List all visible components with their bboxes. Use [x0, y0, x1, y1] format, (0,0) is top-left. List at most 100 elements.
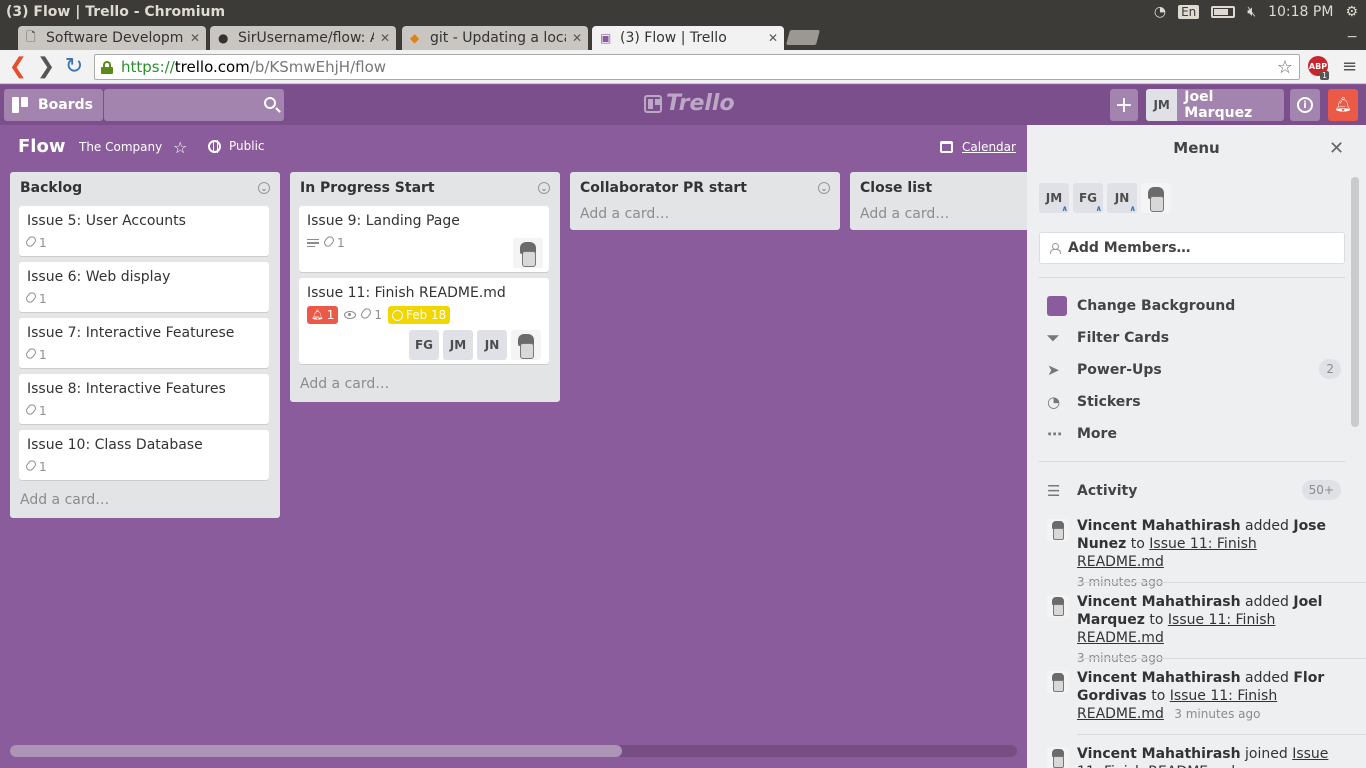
card-badges: 1 — [24, 402, 261, 420]
member-avatar[interactable]: FG ∧ — [1073, 183, 1103, 213]
close-icon[interactable]: ✕ — [380, 31, 390, 45]
browser-tab[interactable]: ● SirUsername/flow: A ✕ — [210, 26, 396, 50]
browser-tab[interactable]: 🗋︎ Software Developme ✕ — [18, 26, 206, 50]
member-avatar[interactable]: JM ∧ — [1039, 183, 1069, 213]
battery-icon[interactable] — [1211, 6, 1236, 18]
menu-item-label: Change Background — [1077, 298, 1236, 314]
change-background-item[interactable]: Change Background — [1047, 294, 1341, 318]
stickers-item[interactable]: ◔ Stickers — [1047, 390, 1341, 414]
close-icon[interactable]: ✕ — [572, 31, 582, 45]
close-icon[interactable]: ✕ — [190, 31, 200, 45]
keyboard-layout-indicator[interactable]: En — [1178, 5, 1200, 19]
card[interactable]: Issue 6: Web display 1 — [19, 262, 269, 312]
menu-item-label: Power-Ups — [1077, 362, 1162, 378]
gear-icon[interactable]: ⚙ — [1345, 4, 1358, 20]
close-icon[interactable]: ✕ — [1329, 138, 1344, 159]
close-icon[interactable]: ✕ — [768, 31, 778, 45]
list-header[interactable]: Backlog ⌄ — [10, 172, 280, 204]
avatar[interactable] — [1047, 747, 1069, 768]
list-title[interactable]: Collaborator PR start — [580, 180, 747, 196]
wifi-icon[interactable]: ◔ — [1154, 4, 1166, 20]
avatar[interactable] — [1047, 671, 1069, 693]
activity-user[interactable]: Vincent Mahathirash — [1077, 594, 1241, 610]
card[interactable]: Issue 11: Finish README.md 🔔︎ 1 1 Feb 18 … — [299, 278, 549, 364]
member-avatar[interactable]: JM — [443, 330, 473, 360]
card[interactable]: Issue 7: Interactive Featurese 1 — [19, 318, 269, 368]
avatar[interactable] — [1047, 595, 1069, 617]
attachment-count: 1 — [337, 236, 345, 250]
calendar-powerup-link[interactable]: Calendar — [940, 140, 1016, 154]
board-scrollbar-thumb[interactable] — [10, 745, 622, 757]
add-button[interactable]: + — [1110, 89, 1138, 121]
window-menu-icon[interactable]: − — [1346, 29, 1358, 45]
activity-user[interactable]: Vincent Mahathirash — [1077, 746, 1241, 762]
filter-cards-item[interactable]: ⏷︎ Filter Cards — [1047, 326, 1341, 350]
member-avatar[interactable]: JN — [477, 330, 507, 360]
add-card-button[interactable]: Add a card… — [570, 204, 840, 230]
member-avatar[interactable]: JN ∧ — [1107, 183, 1137, 213]
list-menu-icon[interactable]: ⌄ — [258, 182, 270, 194]
reload-button[interactable]: ↻ — [60, 53, 88, 81]
add-card-button[interactable]: Add a card… — [290, 370, 560, 402]
card-badges: 1 — [24, 234, 261, 252]
list-header[interactable]: In Progress Start ⌄ — [290, 172, 560, 204]
notification-count: 1 — [326, 308, 335, 322]
add-members-button[interactable]: Add Members… — [1039, 232, 1345, 264]
list-menu-icon[interactable]: ⌄ — [818, 182, 830, 194]
notifications-button[interactable]: 🔔︎ — [1328, 89, 1358, 121]
more-dots-icon: ⋯ — [1047, 425, 1062, 443]
browser-tab-active[interactable]: ▣ (3) Flow | Trello ✕ — [592, 26, 784, 50]
avatar[interactable] — [1047, 519, 1069, 541]
member-avatar[interactable] — [511, 330, 541, 360]
add-card-button[interactable]: Add a card… — [10, 486, 280, 518]
card[interactable]: Issue 9: Landing Page 1 — [299, 206, 549, 272]
search-input[interactable] — [104, 89, 284, 121]
board-team[interactable]: The Company — [79, 140, 162, 154]
more-item[interactable]: ⋯ More — [1047, 422, 1341, 446]
system-tray: ◔ En 🔇︎ 10:18 PM ⚙ — [1154, 4, 1366, 20]
list-header[interactable]: Collaborator PR start ⌄ — [570, 172, 840, 204]
admin-chevron-icon: ∧ — [1061, 204, 1069, 213]
info-button[interactable]: i — [1290, 89, 1320, 121]
divider — [1039, 277, 1345, 278]
member-avatar[interactable] — [513, 238, 543, 268]
card[interactable]: Issue 5: User Accounts 1 — [19, 206, 269, 256]
list-title[interactable]: In Progress Start — [300, 180, 435, 196]
browser-tab[interactable]: ◆ git - Updating a local ✕ — [402, 26, 588, 50]
boards-button[interactable]: Boards — [4, 89, 103, 121]
activity-time[interactable]: 3 minutes ago — [1174, 707, 1260, 721]
activity-header[interactable]: ☰ Activity 50+ — [1047, 479, 1341, 503]
sidebar-scrollbar[interactable] — [1351, 177, 1359, 427]
trello-logo[interactable]: Trello — [644, 91, 735, 116]
card[interactable]: Issue 8: Interactive Features 1 — [19, 374, 269, 424]
volume-muted-icon[interactable]: 🔇︎ — [1247, 4, 1256, 20]
address-bar[interactable]: https://trello.com/b/KSmwEhjH/flow ☆ — [94, 54, 1300, 80]
new-tab-button[interactable] — [785, 30, 821, 45]
clock[interactable]: 10:18 PM — [1268, 4, 1333, 20]
lock-icon[interactable] — [101, 60, 113, 74]
bell-icon: 🔔︎ — [1334, 97, 1352, 113]
activity-user[interactable]: Vincent Mahathirash — [1077, 670, 1241, 686]
star-icon[interactable]: ☆ — [173, 138, 187, 157]
forward-button[interactable]: ❯ — [32, 53, 60, 81]
list-title[interactable]: Close list — [860, 180, 932, 196]
card-badges: 1 — [24, 290, 261, 308]
bookmark-star-icon[interactable]: ☆ — [1277, 57, 1293, 78]
member-avatar[interactable] — [1141, 183, 1171, 213]
avatar: JM — [1146, 89, 1178, 121]
back-button[interactable]: ❮ — [4, 53, 32, 81]
user-menu-button[interactable]: JM Joel Marquez — [1146, 89, 1284, 121]
list-menu-icon[interactable]: ⌄ — [538, 182, 550, 194]
board-title[interactable]: Flow — [18, 136, 65, 157]
list-title[interactable]: Backlog — [20, 180, 82, 196]
member-avatar[interactable]: FG — [409, 330, 439, 360]
power-ups-item[interactable]: ➤ Power-Ups 2 — [1047, 358, 1341, 382]
chrome-menu-icon[interactable]: ≡ — [1342, 56, 1358, 77]
activity-user[interactable]: Vincent Mahathirash — [1077, 518, 1241, 534]
add-card-button[interactable]: Add a card… — [850, 204, 1027, 230]
card[interactable]: Issue 10: Class Database 1 — [19, 430, 269, 480]
attachment-icon — [24, 346, 38, 361]
list-header[interactable]: Close list — [850, 172, 1027, 204]
search-icon[interactable] — [264, 97, 276, 109]
board-visibility[interactable]: Public — [208, 139, 265, 153]
